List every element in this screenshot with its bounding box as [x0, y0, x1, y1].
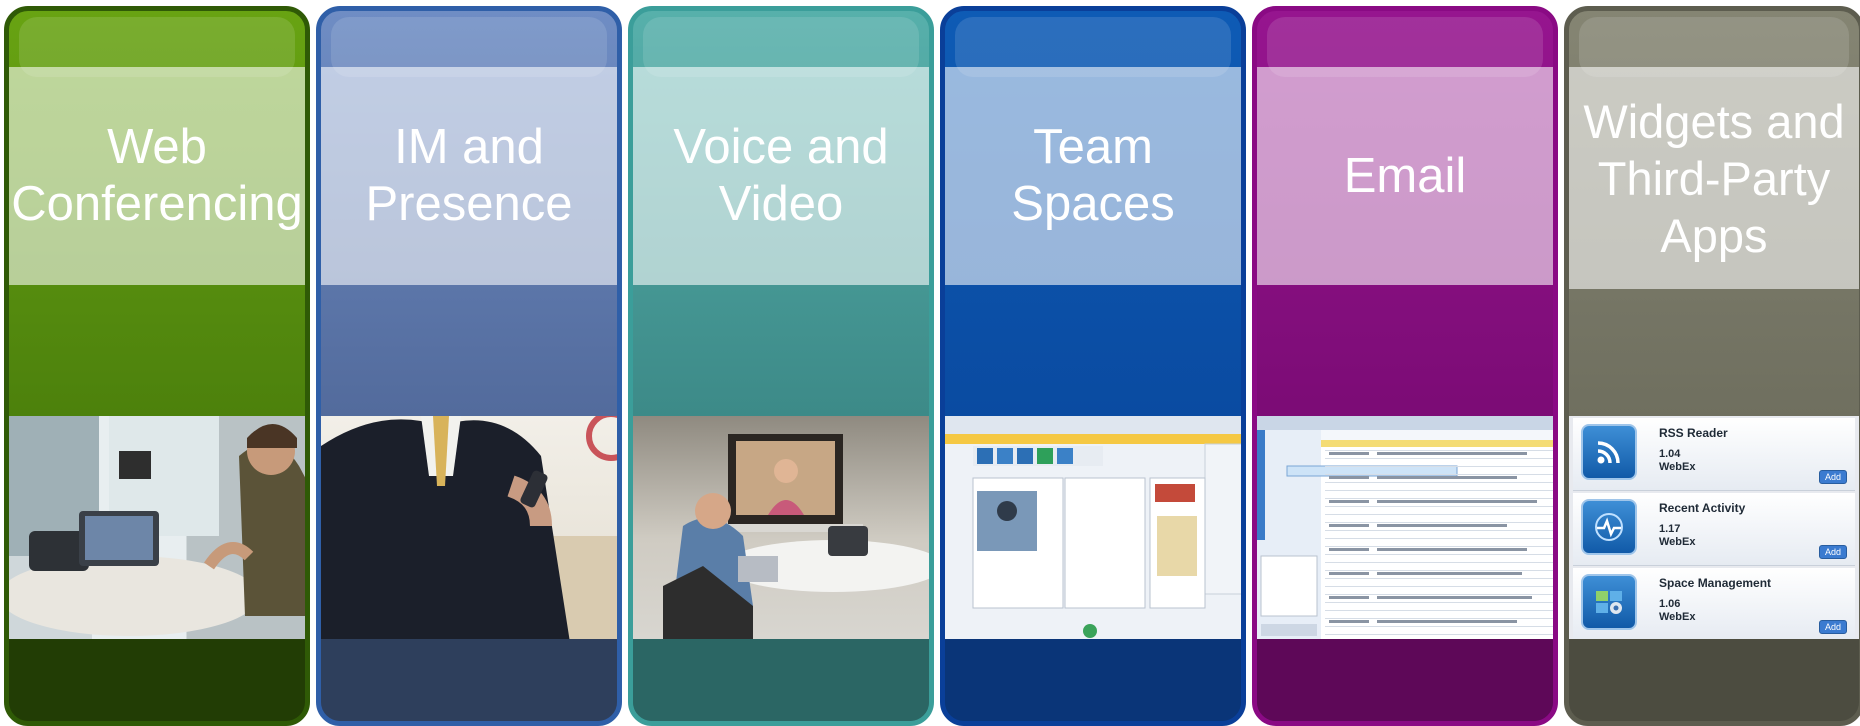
- panel-base: [9, 639, 305, 721]
- web-conferencing-photo: [9, 416, 305, 639]
- widget-row-recent-activity: Recent Activity 1.17 WebEx Add: [1573, 493, 1855, 566]
- panel-title-band: Widgets and Third-Party Apps: [1569, 67, 1859, 289]
- panel-title: Web Conferencing: [11, 120, 303, 231]
- widgets-screenshot: RSS Reader 1.04 WebEx Add Recent Activity…: [1569, 416, 1859, 639]
- conference-room-illustration: [663, 434, 929, 639]
- activity-icon: [1581, 499, 1637, 555]
- widget-version: 1.04 WebEx: [1659, 448, 1696, 473]
- widget-row-space-management: Space Management 1.06 WebEx Add: [1573, 568, 1855, 639]
- team-spaces-app-illustration: [945, 416, 1241, 638]
- panel-base: [633, 639, 929, 721]
- add-widget-button[interactable]: Add: [1818, 545, 1847, 559]
- panel-title: Voice and Video: [673, 120, 889, 231]
- email-client-illustration: [1257, 416, 1553, 639]
- panel-email[interactable]: Email: [1252, 6, 1558, 726]
- panel-title: IM and Presence: [365, 120, 573, 231]
- panel-widgets-and-third-party-apps[interactable]: Widgets and Third-Party Apps RSS Reader …: [1564, 6, 1860, 726]
- panel-title-band: Team Spaces: [945, 67, 1241, 285]
- widget-name: Recent Activity: [1659, 501, 1746, 515]
- team-spaces-screenshot: [945, 416, 1241, 639]
- widget-row-rss-reader: RSS Reader 1.04 WebEx Add: [1573, 418, 1855, 491]
- panel-title: Email: [1343, 148, 1467, 203]
- widget-version: 1.17 WebEx: [1659, 523, 1696, 548]
- panel-title-band: Web Conferencing: [9, 67, 305, 285]
- panel-title-band: Email: [1257, 67, 1553, 285]
- panel-base: [1257, 639, 1553, 721]
- panel-web-conferencing[interactable]: Web Conferencing: [4, 6, 310, 726]
- window-gear-icon: [1581, 574, 1637, 630]
- voice-and-video-photo: [633, 416, 929, 639]
- widget-version: 1.06 WebEx: [1659, 598, 1696, 623]
- panel-base: [1569, 639, 1859, 721]
- add-widget-button[interactable]: Add: [1818, 620, 1847, 634]
- businessman-illustration: [321, 416, 617, 639]
- email-screenshot: [1257, 416, 1553, 639]
- rss-icon: [1581, 424, 1637, 480]
- panel-title: Team Spaces: [1011, 120, 1175, 231]
- panel-im-and-presence[interactable]: IM and Presence: [316, 6, 622, 726]
- im-and-presence-photo: [321, 416, 617, 639]
- widget-name: RSS Reader: [1659, 426, 1728, 440]
- panel-base: [321, 639, 617, 721]
- panel-team-spaces[interactable]: Team Spaces: [940, 6, 1246, 726]
- add-widget-button[interactable]: Add: [1818, 470, 1847, 484]
- panel-base: [945, 639, 1241, 721]
- widget-name: Space Management: [1659, 576, 1772, 590]
- panel-voice-and-video[interactable]: Voice and Video: [628, 6, 934, 726]
- panel-title: Widgets and Third-Party Apps: [1583, 94, 1845, 262]
- panel-title-band: IM and Presence: [321, 67, 617, 285]
- panel-title-band: Voice and Video: [633, 67, 929, 285]
- office-scene-illustration: [9, 416, 305, 636]
